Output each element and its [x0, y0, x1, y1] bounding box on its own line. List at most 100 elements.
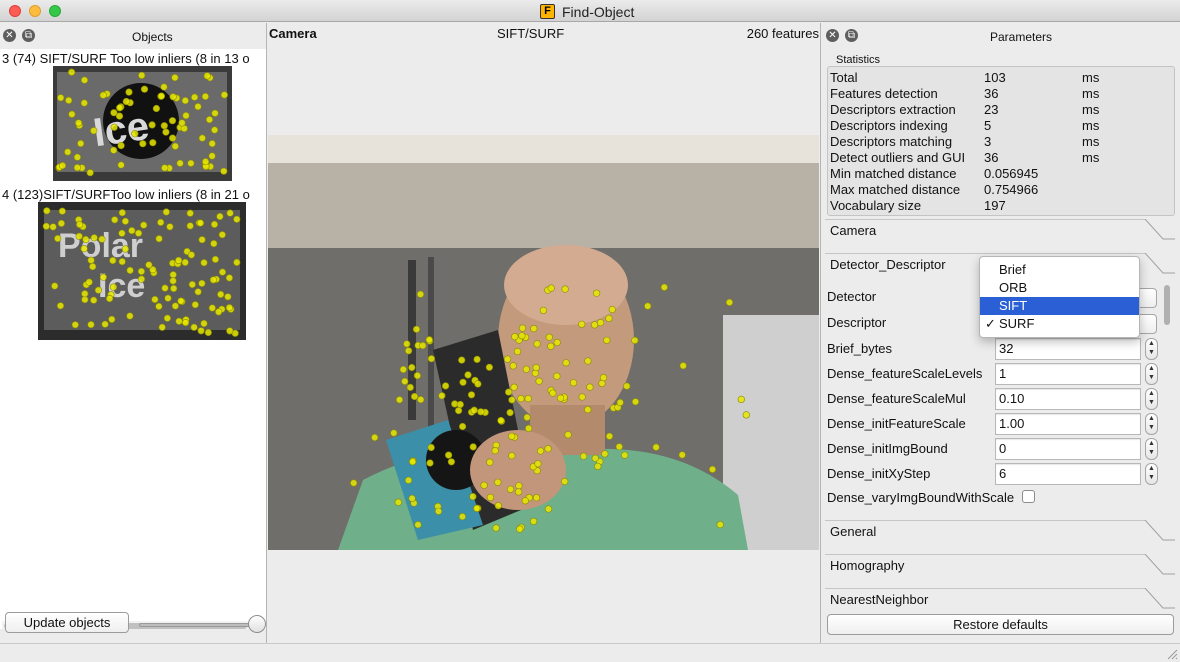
keypoint-marker: [603, 336, 611, 344]
keypoint-marker: [42, 222, 50, 230]
keypoint-marker: [586, 383, 594, 391]
keypoint-marker: [49, 223, 57, 231]
keypoint-marker: [608, 305, 616, 314]
keypoint-marker: [404, 476, 413, 484]
object-thumbnail[interactable]: Polar Ice: [38, 202, 246, 340]
dense-init-feature-scale-stepper[interactable]: ▲ ▼: [1145, 413, 1158, 435]
section-camera[interactable]: Camera: [825, 219, 1175, 249]
keypoint-marker: [390, 429, 398, 437]
keypoint-marker: [108, 315, 116, 323]
restore-defaults-button[interactable]: Restore defaults: [827, 614, 1174, 635]
object-title: 4 (123)SIFT/SURFToo low inliers (8 in 21…: [2, 187, 250, 202]
keypoint-marker: [90, 127, 98, 135]
dense-feature-scale-mul-stepper[interactable]: ▲ ▼: [1145, 388, 1158, 410]
keypoint-marker: [518, 324, 527, 332]
keypoint-marker: [188, 280, 196, 289]
keypoint-marker: [474, 380, 482, 388]
dense-init-xy-step-stepper[interactable]: ▲ ▼: [1145, 463, 1158, 485]
checkmark-icon: ✓: [985, 316, 996, 331]
keypoint-marker: [494, 478, 502, 486]
keypoint-marker: [412, 325, 421, 333]
keypoint-marker: [85, 278, 93, 286]
keypoint-marker: [187, 159, 195, 167]
keypoint-marker: [508, 452, 516, 460]
keypoint-marker: [532, 494, 541, 502]
dense-init-feature-scale-label: Dense_initFeatureScale: [827, 416, 966, 431]
stat-name: Total: [830, 70, 858, 85]
keypoint-marker: [434, 507, 443, 515]
object-thumbnail[interactable]: Ice: [53, 66, 232, 181]
keypoint-marker: [534, 460, 542, 468]
dense-feature-scale-levels-stepper[interactable]: ▲ ▼: [1145, 363, 1158, 385]
keypoint-marker: [530, 517, 538, 526]
descriptor-dropdown-menu[interactable]: Brief ORB SIFT ✓ SURF: [979, 256, 1140, 338]
keypoint-marker: [121, 217, 129, 225]
keypoint-marker: [644, 302, 652, 310]
keypoint-marker: [145, 261, 153, 269]
keypoint-marker: [118, 209, 126, 217]
dropdown-option-sift[interactable]: SIFT: [980, 297, 1139, 315]
keypoint-marker: [594, 462, 602, 471]
brief-bytes-field[interactable]: 32: [995, 338, 1141, 360]
slider-track[interactable]: [139, 623, 259, 627]
stat-name: Min matched distance: [830, 166, 957, 181]
option-label: ORB: [999, 280, 1028, 295]
keypoint-marker: [725, 298, 734, 306]
section-general[interactable]: General: [825, 520, 1175, 550]
camera-label: Camera: [269, 26, 317, 41]
keypoint-marker: [51, 282, 59, 290]
keypoint-marker: [117, 141, 125, 150]
keypoint-marker: [557, 394, 565, 402]
keypoint-marker: [509, 362, 517, 370]
keypoint-marker: [204, 328, 212, 337]
update-objects-button[interactable]: Update objects: [5, 612, 129, 633]
section-tab-shape: [825, 520, 1175, 541]
keypoint-marker: [660, 283, 668, 291]
minimize-window-button[interactable]: [29, 5, 41, 17]
keypoint-marker: [515, 488, 523, 496]
stat-value: 0.754966: [984, 182, 1039, 197]
keypoint-marker: [522, 365, 530, 373]
keypoint-marker: [122, 97, 130, 106]
keypoint-marker: [371, 433, 379, 442]
close-window-button[interactable]: [9, 5, 21, 17]
dropdown-option-surf[interactable]: ✓ SURF: [980, 315, 1139, 333]
keypoint-marker: [169, 277, 177, 285]
dense-init-img-bound-field[interactable]: 0: [995, 438, 1141, 460]
dense-init-img-bound-stepper[interactable]: ▲ ▼: [1145, 438, 1158, 460]
close-dock-icon[interactable]: ✕: [3, 29, 16, 42]
keypoint-marker: [408, 494, 416, 503]
dense-init-xy-step-field[interactable]: 6: [995, 463, 1141, 485]
float-dock-icon[interactable]: ⧉: [845, 29, 858, 42]
camera-view[interactable]: [268, 135, 819, 550]
keypoint-marker: [679, 362, 687, 370]
keypoint-marker: [413, 372, 421, 380]
keypoint-marker: [593, 289, 601, 297]
keypoint-marker: [564, 431, 572, 439]
keypoint-marker: [110, 109, 118, 117]
dense-init-feature-scale-field[interactable]: 1.00: [995, 413, 1141, 435]
dropdown-option-orb[interactable]: ORB: [980, 279, 1139, 297]
keypoint-marker: [170, 284, 178, 293]
dense-feature-scale-levels-field[interactable]: 1: [995, 363, 1141, 385]
keypoint-marker: [80, 245, 88, 253]
keypoint-marker: [171, 142, 179, 150]
section-homography[interactable]: Homography: [825, 554, 1175, 584]
keypoint-marker: [155, 235, 163, 243]
brief-bytes-stepper[interactable]: ▲ ▼: [1145, 338, 1158, 360]
dense-vary-img-bound-checkbox[interactable]: [1022, 490, 1035, 503]
keypoint-marker: [631, 336, 639, 344]
slider-handle[interactable]: [248, 615, 266, 633]
keypoint-marker: [198, 236, 206, 244]
float-dock-icon[interactable]: ⧉: [22, 29, 35, 42]
keypoint-marker: [80, 99, 88, 107]
resize-grip-icon[interactable]: [1166, 648, 1178, 660]
dense-feature-scale-mul-field[interactable]: 0.10: [995, 388, 1141, 410]
dropdown-option-brief[interactable]: Brief: [980, 261, 1139, 279]
zoom-window-button[interactable]: [49, 5, 61, 17]
objects-list[interactable]: 3 (74) SIFT/SURF Too low inliers (8 in 1…: [0, 49, 266, 629]
vertical-scroll-thumb[interactable]: [1164, 285, 1170, 325]
close-dock-icon[interactable]: ✕: [826, 29, 839, 42]
keypoint-marker: [87, 320, 95, 329]
keypoint-marker: [182, 318, 190, 327]
